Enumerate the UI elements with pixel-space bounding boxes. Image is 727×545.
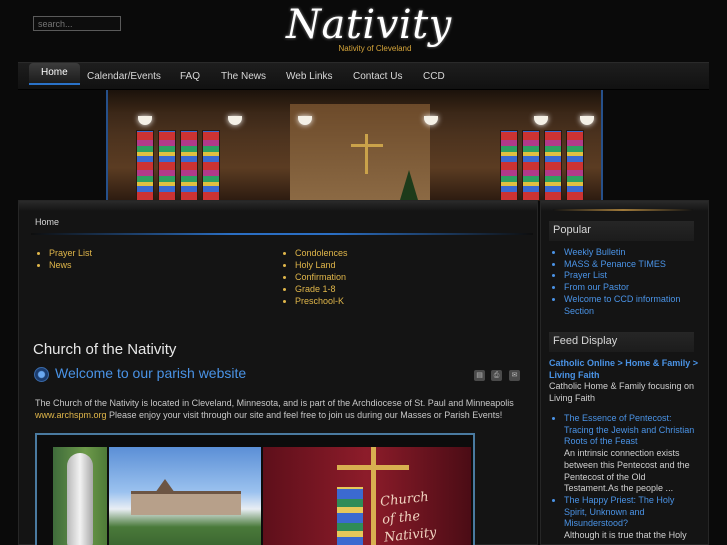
ceiling-lamp <box>228 116 242 125</box>
link-preschool-k[interactable]: Preschool-K <box>295 295 348 307</box>
link-confirmation[interactable]: Confirmation <box>295 271 348 283</box>
bullet-icon <box>34 367 49 382</box>
stained-glass-window <box>158 130 176 201</box>
main-content: Home Prayer List News Condolences Holy L… <box>18 200 538 545</box>
crucifix <box>365 134 368 174</box>
feed-item: The Essence of Pentecost: Tracing the Je… <box>564 413 699 495</box>
popular-from-our-pastor[interactable]: From our Pastor <box>564 282 699 294</box>
link-grade-1-8[interactable]: Grade 1-8 <box>295 283 348 295</box>
cross-icon <box>371 447 376 545</box>
mary-statue <box>67 453 93 545</box>
quick-links-left: Prayer List News <box>35 247 92 271</box>
stained-glass-panel <box>337 487 363 545</box>
popular-weekly-bulletin[interactable]: Weekly Bulletin <box>564 247 699 259</box>
logo-title: Nativity <box>286 2 452 48</box>
feed-item: The Happy Priest: The Holy Spirit, Unkno… <box>564 495 699 542</box>
feed-source-link[interactable]: Catholic Online > Home & Family > Living… <box>549 358 699 381</box>
nav-the-news[interactable]: The News <box>221 63 266 91</box>
sidebar-accent-line <box>553 209 693 211</box>
stained-glass-window <box>202 130 220 201</box>
nav-home[interactable]: Home <box>29 63 80 85</box>
main-nav: Home Calendar/Events FAQ The News Web Li… <box>18 62 709 90</box>
stained-glass-window <box>136 130 154 201</box>
stained-glass-window <box>522 130 540 201</box>
ceiling-lamp <box>580 116 594 125</box>
feed-item-body: An intrinsic connection exists between t… <box>564 448 690 494</box>
intro-before: The Church of the Nativity is located in… <box>35 398 514 408</box>
feed-item-title[interactable]: The Happy Priest: The Holy Spirit, Unkno… <box>564 495 674 528</box>
quick-links-right: Condolences Holy Land Confirmation Grade… <box>281 247 348 307</box>
pdf-icon[interactable]: ▤ <box>474 370 485 381</box>
stained-glass-window <box>566 130 584 201</box>
search-input[interactable] <box>33 16 121 31</box>
popular-mass-penance-times[interactable]: MASS & Penance TIMES <box>564 259 699 271</box>
stained-glass-window <box>500 130 518 201</box>
article-title[interactable]: Welcome to our parish website <box>55 365 246 381</box>
church-photo-collage: Church of the Nativity <box>35 433 475 545</box>
link-condolences[interactable]: Condolences <box>295 247 348 259</box>
ceiling-lamp <box>424 116 438 125</box>
popular-ccd-information[interactable]: Welcome to CCD information Section <box>564 294 699 317</box>
popular-prayer-list[interactable]: Prayer List <box>564 270 699 282</box>
cross-arm <box>337 465 409 470</box>
intro-after: Please enjoy your visit through our site… <box>106 410 503 420</box>
main-top-gradient <box>19 201 537 211</box>
print-icon[interactable]: ⎙ <box>491 370 502 381</box>
feed-items: The Essence of Pentecost: Tracing the Je… <box>549 413 699 542</box>
sidebar: Popular Weekly Bulletin MASS & Penance T… <box>540 200 709 545</box>
nav-calendar-events[interactable]: Calendar/Events <box>87 63 161 91</box>
breadcrumb[interactable]: Home <box>35 217 59 227</box>
stained-glass-window <box>180 130 198 201</box>
link-news[interactable]: News <box>49 259 92 271</box>
email-icon[interactable]: ✉ <box>509 370 520 381</box>
feed-display-heading: Feed Display <box>549 332 694 352</box>
feed-item-title[interactable]: The Essence of Pentecost: Tracing the Je… <box>564 413 694 446</box>
popular-heading: Popular <box>549 221 694 241</box>
nav-contact-us[interactable]: Contact Us <box>353 63 402 91</box>
photo-caption: Church of the Nativity <box>379 484 475 545</box>
nav-ccd[interactable]: CCD <box>423 63 445 91</box>
page-title: Church of the Nativity <box>33 341 177 358</box>
christmas-tree <box>400 170 418 200</box>
nav-faq[interactable]: FAQ <box>180 63 200 91</box>
link-holy-land[interactable]: Holy Land <box>295 259 348 271</box>
crucifix-arm <box>351 144 383 147</box>
ceiling-lamp <box>534 116 548 125</box>
nav-web-links[interactable]: Web Links <box>286 63 333 91</box>
feed-source-description: Catholic Home & Family focusing on Livin… <box>549 381 695 403</box>
intro-text: The Church of the Nativity is located in… <box>35 397 521 421</box>
ceiling-lamp <box>138 116 152 125</box>
archdiocese-link[interactable]: www.archspm.org <box>35 410 107 420</box>
feed-item-body: Although it is true that the Holy <box>564 530 687 541</box>
stained-glass-window <box>544 130 562 201</box>
church-building <box>131 491 241 515</box>
site-logo[interactable]: Nativity Nativity of Cleveland <box>286 2 452 53</box>
popular-list: Weekly Bulletin MASS & Penance TIMES Pra… <box>549 247 699 317</box>
link-prayer-list[interactable]: Prayer List <box>49 247 92 259</box>
church-interior-banner <box>106 90 603 201</box>
breadcrumb-divider <box>31 233 533 235</box>
